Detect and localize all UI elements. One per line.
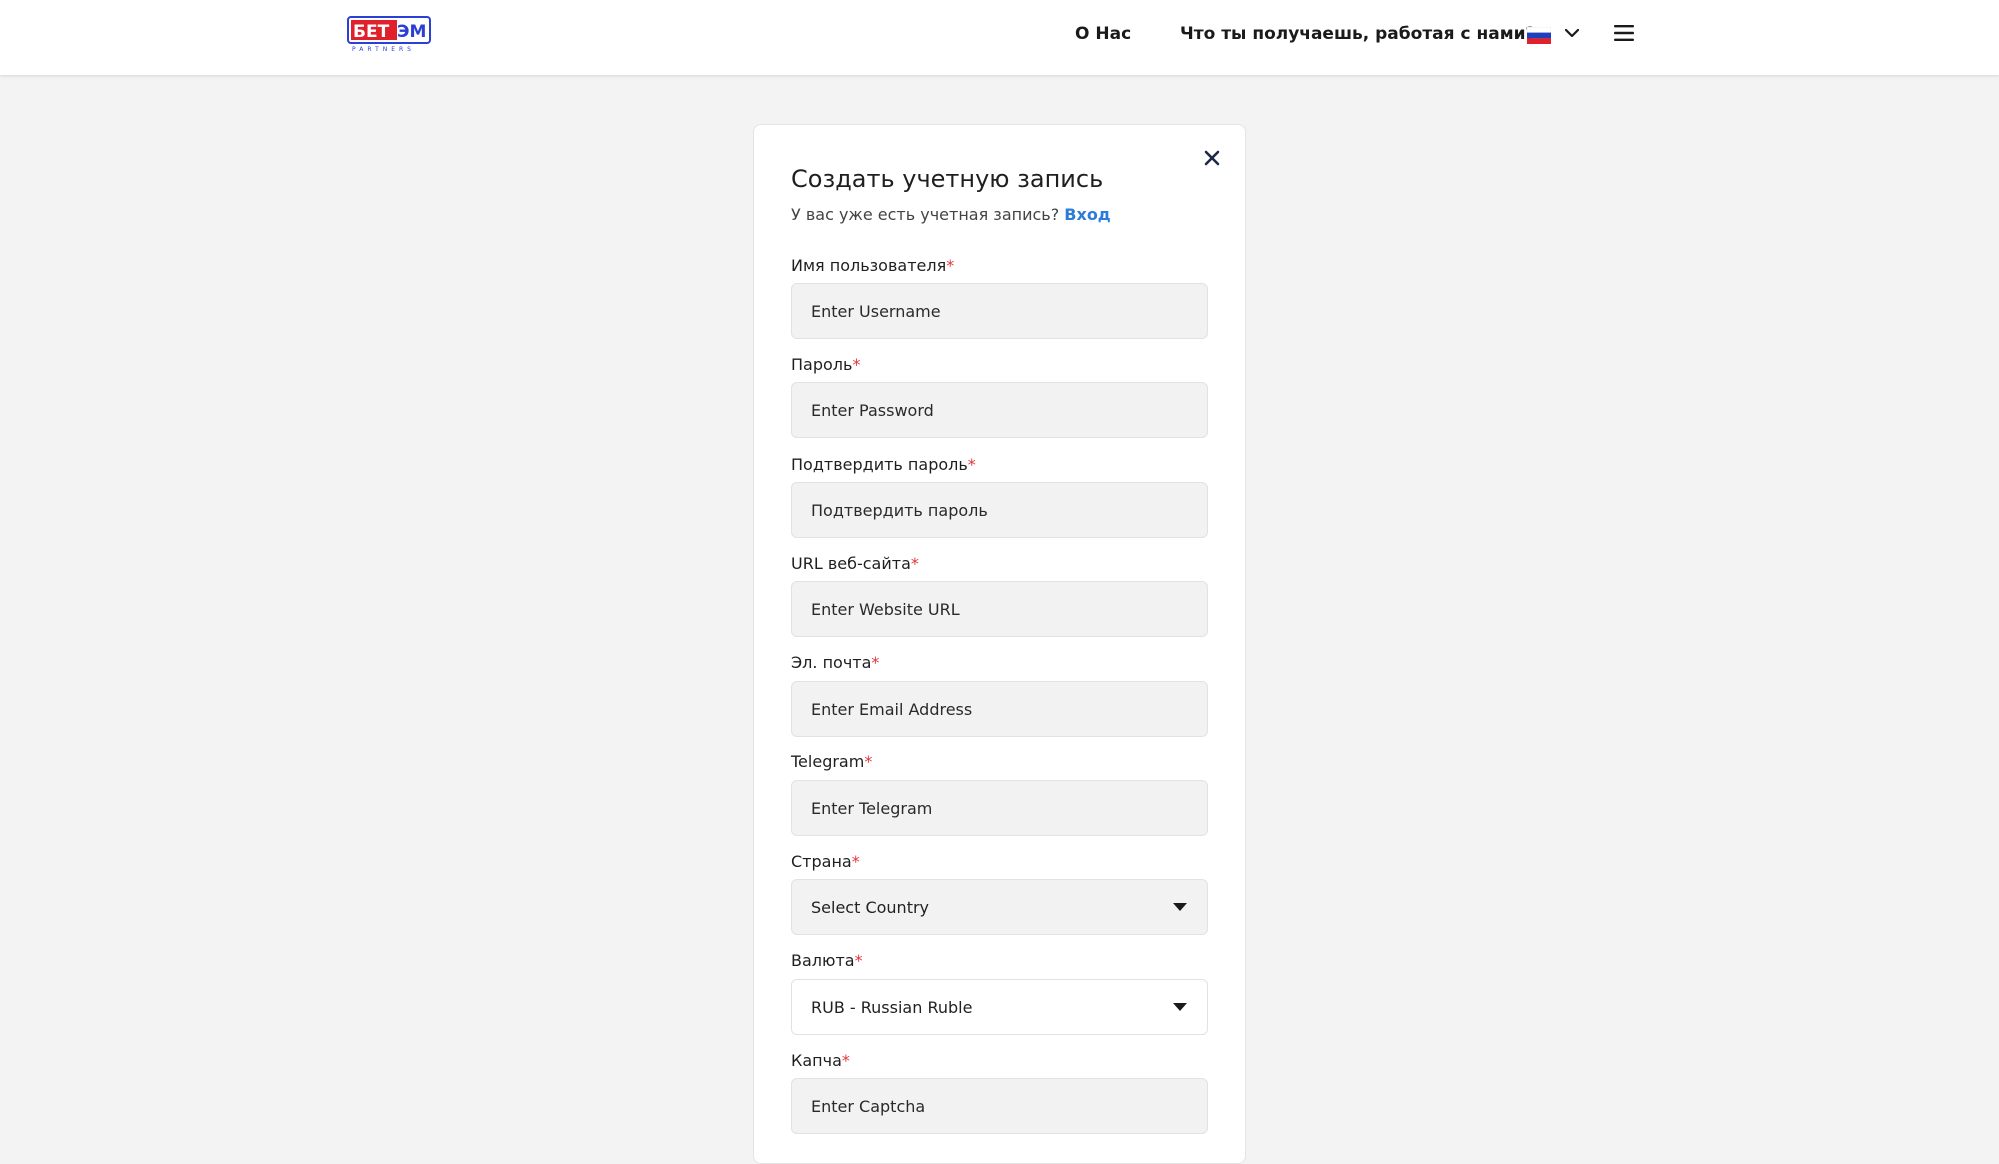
password-label-text: Пароль xyxy=(791,355,853,374)
logo-text-red: БЕТ xyxy=(353,22,390,42)
have-account-text: У вас уже есть учетная запись? xyxy=(791,205,1060,224)
telegram-label-text: Telegram xyxy=(791,752,865,771)
email-input[interactable] xyxy=(792,682,1207,736)
nav-link-about[interactable]: О Нас xyxy=(1075,24,1131,44)
betem-partners-logo[interactable]: БЕТ ЭМ PARTNERS xyxy=(347,16,431,53)
nav-link-benefits[interactable]: Что ты получаешь, работая с нами? xyxy=(1180,24,1535,44)
confirm-password-label-text: Подтвердить пароль xyxy=(791,455,968,474)
captcha-input[interactable] xyxy=(792,1079,1207,1133)
confirm-password-field-wrapper xyxy=(791,482,1208,538)
password-input[interactable] xyxy=(792,383,1207,437)
hamburger-menu-icon[interactable] xyxy=(1614,24,1634,42)
currency-select-value: RUB - Russian Ruble xyxy=(811,998,973,1017)
telegram-label: Telegram* xyxy=(791,752,872,771)
username-input[interactable] xyxy=(792,284,1207,338)
login-link[interactable]: Вход xyxy=(1064,205,1110,224)
caret-down-icon xyxy=(1173,1003,1187,1011)
top-navbar: БЕТ ЭМ PARTNERS О Нас Что ты получаешь, … xyxy=(0,0,1999,75)
email-label-text: Эл. почта xyxy=(791,653,872,672)
required-mark: * xyxy=(852,355,861,374)
website-field-wrapper xyxy=(791,581,1208,637)
password-field-wrapper xyxy=(791,382,1208,438)
password-label: Пароль* xyxy=(791,355,860,374)
currency-label-text: Валюта xyxy=(791,951,855,970)
form-subtitle: У вас уже есть учетная запись? Вход xyxy=(791,205,1111,224)
confirm-password-input[interactable] xyxy=(792,483,1207,537)
chevron-down-icon xyxy=(1564,28,1580,38)
email-label: Эл. почта* xyxy=(791,653,879,672)
caret-down-icon xyxy=(1173,903,1187,911)
currency-label: Валюта* xyxy=(791,951,863,970)
logo-subtext: PARTNERS xyxy=(352,46,415,53)
required-mark: * xyxy=(967,455,976,474)
website-label: URL веб-сайта* xyxy=(791,554,919,573)
username-field-wrapper xyxy=(791,283,1208,339)
required-mark: * xyxy=(864,752,873,771)
country-label-text: Страна xyxy=(791,852,852,871)
captcha-label: Капча* xyxy=(791,1051,850,1070)
required-mark: * xyxy=(946,256,955,275)
flag-russia-icon xyxy=(1527,27,1551,44)
username-label: Имя пользователя* xyxy=(791,256,954,275)
language-selector[interactable] xyxy=(1527,24,1583,46)
logo-text-blue: ЭМ xyxy=(397,22,426,42)
required-mark: * xyxy=(841,1051,850,1070)
telegram-input[interactable] xyxy=(792,781,1207,835)
currency-select[interactable]: RUB - Russian Ruble xyxy=(791,979,1208,1035)
website-label-text: URL веб-сайта xyxy=(791,554,911,573)
close-icon[interactable] xyxy=(1203,149,1221,167)
website-url-input[interactable] xyxy=(792,582,1207,636)
captcha-label-text: Капча xyxy=(791,1051,842,1070)
username-label-text: Имя пользователя xyxy=(791,256,947,275)
country-select[interactable]: Select Country xyxy=(791,879,1208,935)
form-title: Создать учетную запись xyxy=(791,165,1104,193)
confirm-password-label: Подтвердить пароль* xyxy=(791,455,976,474)
telegram-field-wrapper xyxy=(791,780,1208,836)
required-mark: * xyxy=(871,653,880,672)
required-mark: * xyxy=(910,554,919,573)
email-field-wrapper xyxy=(791,681,1208,737)
country-label: Страна* xyxy=(791,852,860,871)
required-mark: * xyxy=(854,951,863,970)
required-mark: * xyxy=(851,852,860,871)
captcha-field-wrapper xyxy=(791,1078,1208,1134)
country-select-value: Select Country xyxy=(811,898,930,917)
